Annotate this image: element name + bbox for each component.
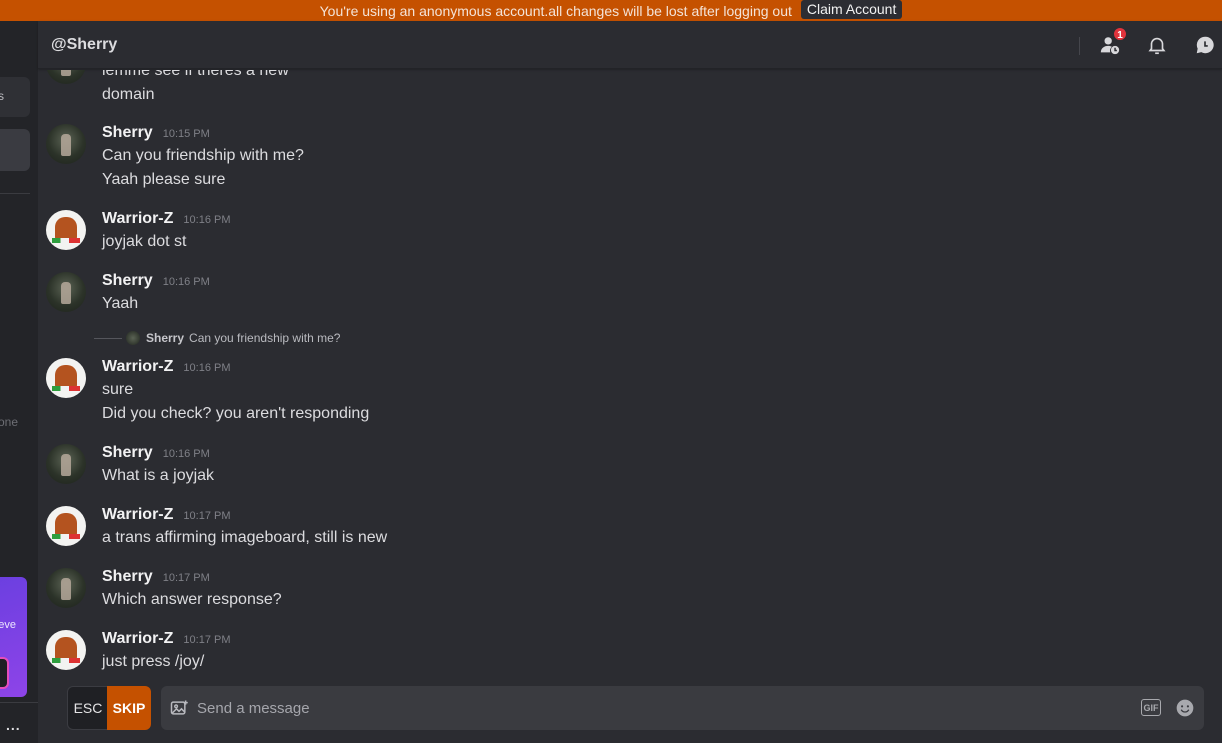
- avatar[interactable]: [46, 124, 86, 164]
- message-composer: ESC SKIP GIF: [38, 682, 1222, 743]
- message-author[interactable]: Warrior-Z 10:16 PM: [102, 210, 231, 228]
- author-name[interactable]: Sherry: [102, 568, 153, 585]
- message-timestamp: 10:17 PM: [162, 572, 210, 584]
- author-name[interactable]: Sherry: [102, 272, 153, 289]
- message-timestamp: 10:16 PM: [162, 276, 210, 288]
- sidebar-muted-text: one: [0, 415, 19, 429]
- reply-avatar: [126, 331, 140, 345]
- message-input-box: GIF: [161, 686, 1204, 730]
- more-options-button[interactable]: ...: [6, 717, 21, 733]
- sidebar-item[interactable]: s: [0, 77, 30, 117]
- reply-reference[interactable]: Sherry Can you friendship with me?: [94, 330, 340, 346]
- sidebar-item-label: s: [0, 89, 4, 103]
- message-timestamp: 10:16 PM: [162, 448, 210, 460]
- message-author[interactable]: Sherry 10:15 PM: [102, 124, 210, 142]
- header-divider: [1079, 37, 1080, 55]
- message-timestamp: 10:16 PM: [183, 214, 231, 226]
- esc-button[interactable]: ESC: [67, 686, 109, 730]
- image-upload-icon[interactable]: [169, 698, 189, 718]
- message-author[interactable]: Sherry 10:16 PM: [102, 444, 210, 462]
- author-name[interactable]: Warrior-Z: [102, 630, 173, 647]
- gif-icon[interactable]: GIF: [1141, 699, 1161, 716]
- avatar[interactable]: [46, 70, 86, 84]
- anonymous-account-banner: You're using an anonymous account.all ch…: [0, 0, 1222, 21]
- message-text: Can you friendship with me?: [102, 147, 304, 164]
- message-timestamp: 10:16 PM: [183, 362, 231, 374]
- message-author[interactable]: Warrior-Z 10:16 PM: [102, 358, 231, 376]
- chat-header: @Sherry 1: [38, 21, 1222, 69]
- banner-text: You're using an anonymous account.all ch…: [319, 2, 792, 19]
- message-author[interactable]: Sherry 10:17 PM: [102, 568, 210, 586]
- message-text: Which answer response?: [102, 591, 282, 608]
- sidebar-item-active[interactable]: [0, 129, 30, 171]
- message-timestamp: 10:15 PM: [162, 128, 210, 140]
- reply-connector: [94, 337, 122, 339]
- message-timestamp: 10:17 PM: [183, 510, 231, 522]
- chat-history-icon[interactable]: [1194, 34, 1216, 56]
- message-text: sure: [102, 381, 134, 398]
- message-author[interactable]: Warrior-Z 10:17 PM: [102, 630, 231, 648]
- message-text: lemme see if theres a new: [102, 70, 289, 79]
- reply-author: Sherry: [146, 331, 185, 345]
- skip-button[interactable]: SKIP: [107, 686, 151, 730]
- message-text: Yaah: [102, 295, 139, 312]
- author-name[interactable]: Warrior-Z: [102, 358, 173, 375]
- message-text: Did you check? you aren't responding: [102, 405, 370, 422]
- message-text: joyjak dot st: [102, 233, 187, 250]
- avatar[interactable]: [46, 630, 86, 670]
- emoji-icon[interactable]: [1175, 698, 1195, 718]
- author-name[interactable]: Sherry: [102, 444, 153, 461]
- avatar[interactable]: [46, 506, 86, 546]
- message-text: Yaah please sure: [102, 171, 226, 188]
- author-name[interactable]: Warrior-Z: [102, 210, 173, 227]
- page-title: @Sherry: [51, 36, 118, 53]
- message-text: a trans affirming imageboard, still is n…: [102, 529, 388, 546]
- message-author[interactable]: Warrior-Z 10:17 PM: [102, 506, 231, 524]
- promo-button[interactable]: [0, 657, 9, 689]
- message-list[interactable]: lemme see if theres a new domain Sherry 1…: [38, 70, 1222, 682]
- message-text: domain: [102, 86, 155, 103]
- message-author[interactable]: Sherry 10:16 PM: [102, 272, 210, 290]
- left-sidebar: s one eve ...: [0, 21, 38, 743]
- author-name[interactable]: Sherry: [102, 124, 153, 141]
- message-timestamp: 10:17 PM: [183, 634, 231, 646]
- avatar[interactable]: [46, 444, 86, 484]
- message-text: just press /joy/: [102, 653, 205, 670]
- sidebar-divider-bottom: [0, 702, 38, 703]
- bell-icon[interactable]: [1146, 34, 1168, 56]
- promo-text: eve: [0, 619, 16, 631]
- sidebar-divider: [0, 193, 30, 194]
- sidebar-promo-card: eve: [0, 577, 27, 697]
- avatar[interactable]: [46, 210, 86, 250]
- message-input[interactable]: [197, 686, 1097, 730]
- avatar[interactable]: [46, 272, 86, 312]
- author-name[interactable]: Warrior-Z: [102, 506, 173, 523]
- notification-count-badge: 1: [1112, 26, 1128, 42]
- avatar[interactable]: [46, 568, 86, 608]
- message-text: What is a joyjak: [102, 467, 215, 484]
- avatar[interactable]: [46, 358, 86, 398]
- claim-account-button[interactable]: Claim Account: [800, 0, 903, 19]
- reply-text: Can you friendship with me?: [189, 331, 341, 345]
